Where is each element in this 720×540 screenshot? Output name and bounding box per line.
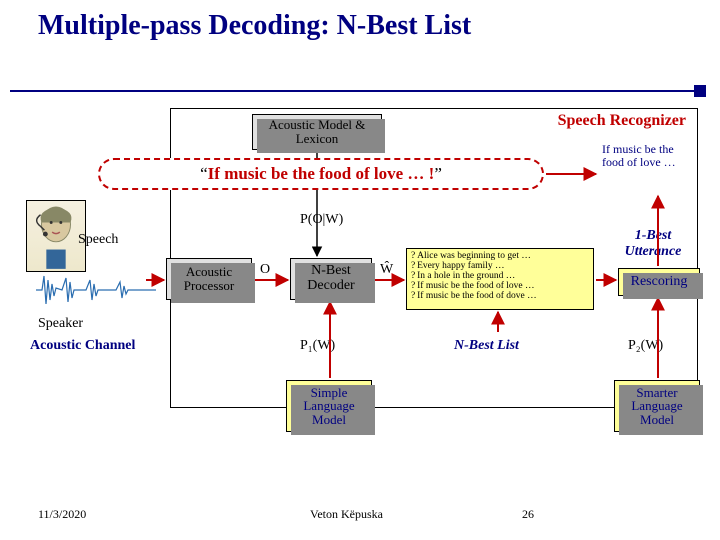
w-hat-label: Ŵ xyxy=(380,262,393,278)
waveform-icon xyxy=(36,270,156,310)
simple-lm-box: Simple Language Model xyxy=(286,380,372,432)
acoustic-model-box: Acoustic Model & Lexicon xyxy=(252,114,382,150)
nbest-decoder-box: N-Best Decoder xyxy=(290,258,372,300)
speech-bubble-text: If music be the food of love … ! xyxy=(208,164,435,184)
speech-bubble: “If music be the food of love … !” xyxy=(98,158,544,190)
p1w-label: P₁(W) xyxy=(300,338,335,354)
speaker-label: Speaker xyxy=(38,316,83,332)
nbest-list-label: N-Best List xyxy=(454,338,519,354)
hypothesis: If music be the food of dove … xyxy=(411,292,589,302)
speech-label: Speech xyxy=(78,232,118,248)
o-label: O xyxy=(260,262,270,278)
rescoring-box: Rescoring xyxy=(618,268,700,296)
footer-date: 11/3/2020 xyxy=(38,507,86,522)
recognizer-label: Speech Recognizer xyxy=(558,112,686,130)
best-utterance-label: 1-Best Utterance xyxy=(608,228,698,260)
acoustic-channel-label: Acoustic Channel xyxy=(30,338,135,354)
title-rule xyxy=(10,90,700,92)
smarter-lm-box: Smarter Language Model xyxy=(614,380,700,432)
p2w-label: P₂(W) xyxy=(628,338,663,354)
speaker-icon xyxy=(26,200,86,272)
slide-title: Multiple-pass Decoding: N-Best List xyxy=(0,0,720,48)
output-text: If music be the food of love … xyxy=(602,143,698,169)
p-o-w-label: P(O|W) xyxy=(300,212,343,228)
acoustic-processor-box: Acoustic Processor xyxy=(166,258,252,300)
footer-page: 26 xyxy=(522,507,534,522)
nbest-hypotheses-box: Alice was beginning to get … Every happy… xyxy=(406,248,594,310)
footer-author: Veton Këpuska xyxy=(310,507,383,522)
